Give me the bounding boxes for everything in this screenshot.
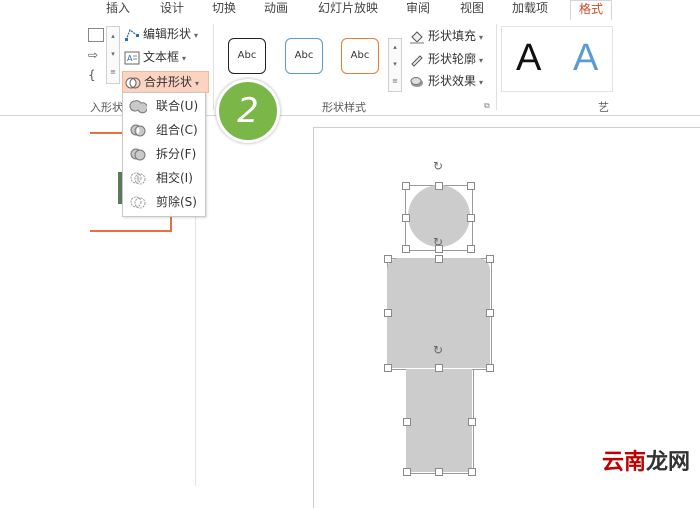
menu-item-label: 组合(C)	[156, 123, 198, 137]
tab-view[interactable]: 视图	[460, 0, 484, 20]
tab-addins[interactable]: 加载项	[512, 0, 548, 20]
paint-bucket-icon	[410, 30, 424, 44]
shape-effects-button[interactable]: 形状效果 ▾	[409, 71, 483, 91]
resize-handle[interactable]	[486, 255, 494, 263]
shape-fill-label: 形状填充	[428, 29, 477, 43]
watermark-text-2: 龙网	[645, 450, 690, 475]
merge-shapes-button[interactable]: 合并形状 ▾	[122, 71, 209, 93]
watermark-logo: 云南龙网	[602, 444, 690, 476]
menu-item-label: 相交(I)	[156, 171, 193, 185]
menu-item-subtract[interactable]: 剪除(S)	[123, 191, 205, 214]
combine-icon	[130, 124, 146, 137]
ribbon: ⇨ { ▴ ▾ ≡ 编辑形状 ▾ A 文本框 ▾ 入形状 Abc Abc Abc ▴ ▾ ≡ …	[0, 20, 700, 116]
resize-handle[interactable]	[435, 255, 443, 263]
watermark-text-1: 云南	[601, 450, 646, 475]
resize-handle[interactable]	[402, 182, 410, 190]
menu-item-fragment[interactable]: 拆分(F)	[123, 143, 205, 166]
merge-shapes-icon	[125, 77, 141, 88]
subtract-icon	[130, 196, 146, 209]
menu-item-intersect[interactable]: 相交(I)	[123, 167, 205, 190]
resize-handle[interactable]	[468, 468, 476, 476]
resize-handle[interactable]	[467, 214, 475, 222]
shape-outline-button[interactable]: 形状轮廓 ▾	[409, 49, 483, 69]
wordart-group-label: 艺	[598, 101, 609, 114]
rotate-handle-icon[interactable]: ↻	[433, 343, 443, 357]
resize-handle[interactable]	[403, 418, 411, 426]
merge-shapes-label: 合并形状	[144, 75, 193, 89]
resize-handle[interactable]	[402, 214, 410, 222]
shape-outline-label: 形状轮廓	[428, 52, 477, 66]
wordart-gallery[interactable]: A A	[501, 26, 613, 92]
shape-styles-group-label: 形状样式	[322, 101, 366, 114]
wordart-sample-2[interactable]: A	[573, 37, 598, 80]
chevron-down-icon: ▾	[479, 56, 484, 65]
text-box-label: 文本框	[143, 50, 180, 64]
resize-handle[interactable]	[486, 309, 494, 317]
resize-handle[interactable]	[468, 418, 476, 426]
tab-animations[interactable]: 动画	[264, 0, 288, 20]
fragment-icon	[130, 148, 146, 161]
tab-review[interactable]: 审阅	[406, 0, 430, 20]
resize-handle[interactable]	[486, 364, 494, 372]
insert-shapes-group-label: 入形状	[90, 101, 123, 114]
svg-text:A: A	[127, 54, 133, 63]
resize-handle[interactable]	[467, 245, 475, 253]
style-gallery-scroll[interactable]: ▴ ▾ ≡	[388, 38, 402, 92]
shape-effects-label: 形状效果	[428, 74, 477, 88]
legs-shape[interactable]	[406, 369, 472, 472]
chevron-down-icon: ▾	[479, 33, 484, 42]
dialog-launcher-icon[interactable]: ⧉	[484, 101, 490, 111]
text-box-icon: A	[124, 51, 140, 64]
resize-handle[interactable]	[435, 468, 443, 476]
edit-shape-button[interactable]: 编辑形状 ▾	[124, 24, 198, 44]
menu-item-label: 拆分(F)	[156, 147, 197, 161]
tab-insert[interactable]: 插入	[106, 0, 130, 20]
menu-item-label: 剪除(S)	[156, 195, 197, 209]
menu-item-union[interactable]: 联合(U)	[123, 95, 205, 118]
pen-icon	[411, 54, 423, 67]
shape-arrow-icon[interactable]: ⇨	[88, 48, 98, 62]
resize-handle[interactable]	[402, 245, 410, 253]
edit-shape-label: 编辑形状	[143, 27, 192, 41]
shape-fill-button[interactable]: 形状填充 ▾	[409, 26, 483, 46]
edit-shape-icon	[125, 28, 139, 41]
tab-transitions[interactable]: 切换	[212, 0, 236, 20]
resize-handle[interactable]	[384, 309, 392, 317]
tab-slideshow[interactable]: 幻灯片放映	[318, 0, 378, 20]
shape-rect-icon[interactable]	[88, 28, 104, 42]
shape-style-sample-2[interactable]: Abc	[285, 38, 323, 74]
tab-format[interactable]: 格式	[570, 0, 613, 21]
menu-item-label: 联合(U)	[156, 99, 199, 113]
resize-handle[interactable]	[467, 182, 475, 190]
resize-handle[interactable]	[384, 255, 392, 263]
merge-shapes-menu: 联合(U) 组合(C) 拆分(F) 相交(I) 剪除(S)	[122, 92, 206, 217]
shape-style-sample-1[interactable]: Abc	[228, 38, 266, 74]
rotate-handle-icon[interactable]: ↻	[433, 159, 443, 173]
resize-handle[interactable]	[435, 245, 443, 253]
resize-handle[interactable]	[435, 364, 443, 372]
resize-handle[interactable]	[435, 182, 443, 190]
shape-style-sample-3[interactable]: Abc	[341, 38, 379, 74]
intersect-icon	[130, 172, 146, 185]
step-number-badge: 2	[216, 79, 280, 143]
chevron-down-icon: ▾	[194, 31, 199, 40]
shape-brace-icon[interactable]: {	[88, 68, 96, 82]
tab-design[interactable]: 设计	[160, 0, 184, 20]
group-divider	[213, 24, 214, 110]
effects-icon	[410, 76, 423, 87]
text-box-button[interactable]: A 文本框 ▾	[124, 47, 186, 67]
ribbon-tab-bar: 插入 设计 切换 动画 幻灯片放映 审阅 视图 加载项 格式	[0, 0, 700, 21]
wordart-sample-1[interactable]: A	[516, 37, 541, 80]
resize-handle[interactable]	[384, 364, 392, 372]
menu-item-combine[interactable]: 组合(C)	[123, 119, 205, 142]
chevron-down-icon: ▾	[195, 79, 200, 88]
group-divider	[496, 24, 497, 110]
union-icon	[129, 100, 147, 114]
chevron-down-icon: ▾	[479, 78, 484, 87]
chevron-down-icon: ▾	[182, 54, 187, 63]
gallery-scroll[interactable]: ▴ ▾ ≡	[106, 26, 120, 84]
resize-handle[interactable]	[403, 468, 411, 476]
